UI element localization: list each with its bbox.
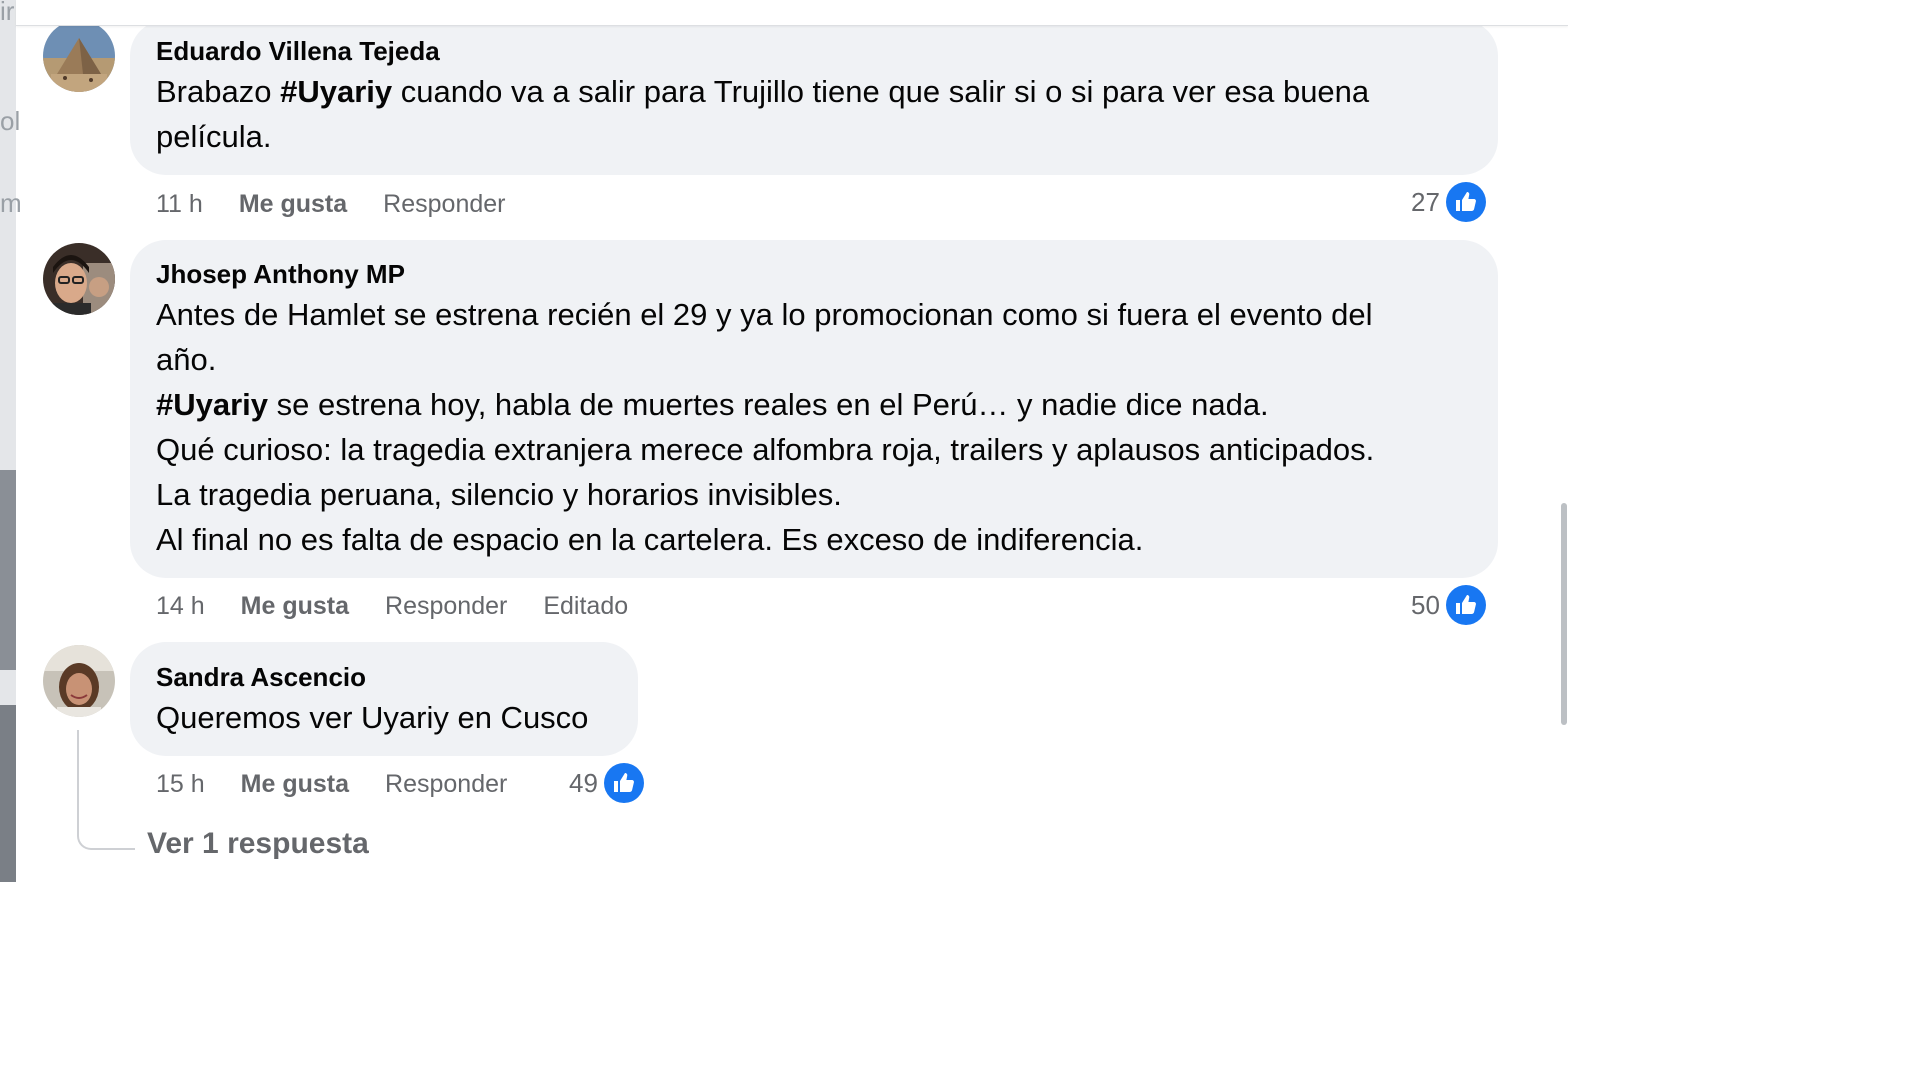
comment-timestamp[interactable]: 15 h <box>156 770 205 799</box>
scrollbar-thumb[interactable] <box>1561 503 1567 725</box>
comment-item: Sandra Ascencio Queremos ver Uyariy en C… <box>0 0 1568 882</box>
comment-author[interactable]: Sandra Ascencio <box>156 662 366 693</box>
woman-photo-avatar[interactable] <box>43 645 115 717</box>
reply-button[interactable]: Responder <box>385 770 507 799</box>
reaction-summary[interactable]: 49 <box>569 763 644 803</box>
reply-thread-connector <box>77 730 135 850</box>
view-replies-link[interactable]: Ver 1 respuesta <box>147 827 369 861</box>
comment-bubble: Sandra Ascencio Queremos ver Uyariy en C… <box>130 642 638 756</box>
comment-actions: 15 h Me gusta Responder <box>156 766 543 802</box>
thumbs-up-icon <box>603 763 644 803</box>
scrollbar[interactable] <box>1558 25 1568 882</box>
like-button[interactable]: Me gusta <box>241 770 349 799</box>
avatar-image <box>43 645 115 717</box>
comments-panel: ir ol m Eduardo Villena Tejeda Brabazo #… <box>0 0 1568 882</box>
dialog-header-edge <box>16 0 1568 26</box>
comment-text-line: Queremos ver Uyariy en Cusco <box>156 700 589 735</box>
comment-text: Queremos ver Uyariy en Cusco <box>156 695 636 740</box>
reaction-count: 49 <box>569 767 598 798</box>
